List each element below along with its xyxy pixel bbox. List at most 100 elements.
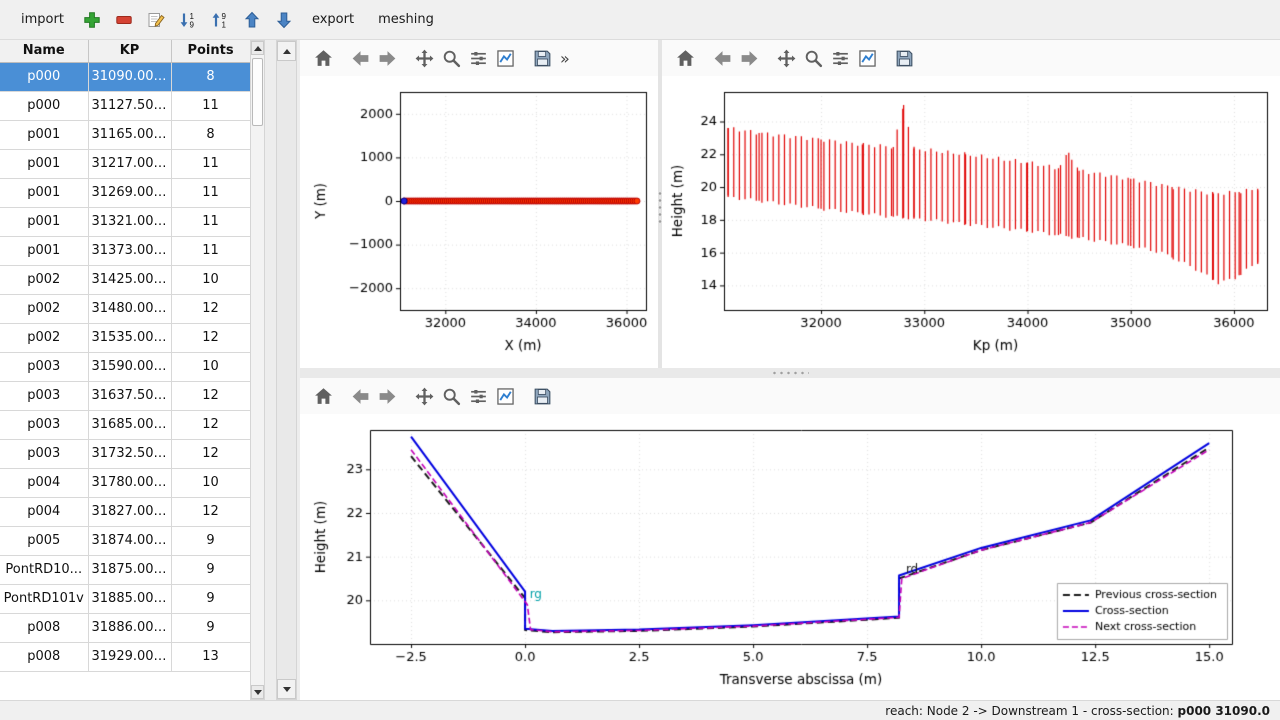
long-profile-canvas[interactable] [662,76,1280,368]
table-scroll-up-button[interactable] [251,41,264,55]
kp-cell[interactable]: 31165.0000 [88,120,171,149]
back-button[interactable] [347,45,374,72]
name-cell[interactable]: p001 [0,120,88,149]
table-row[interactable]: p00331732.500012 [0,439,250,468]
meshing-button[interactable]: meshing [367,6,445,33]
table-row[interactable]: p00031090.00008 [0,62,250,91]
name-cell[interactable]: p008 [0,642,88,671]
points-cell[interactable]: 8 [171,120,250,149]
points-cell[interactable]: 10 [171,265,250,294]
name-cell[interactable]: p000 [0,91,88,120]
table-row[interactable]: p00831886.00009 [0,613,250,642]
kp-cell[interactable]: 31929.0000 [88,642,171,671]
points-cell[interactable]: 11 [171,207,250,236]
table-row[interactable]: PontRD101v31885.00009 [0,584,250,613]
table-row[interactable]: p00331685.000012 [0,410,250,439]
panel-scroll-down-button[interactable] [277,679,296,699]
edit-cross-section-button[interactable] [141,5,171,35]
subplots-button[interactable] [465,45,492,72]
kp-cell[interactable]: 31425.0000 [88,265,171,294]
table-row[interactable]: p00231535.000012 [0,323,250,352]
kp-cell[interactable]: 31827.0000 [88,497,171,526]
zoom-button[interactable] [438,45,465,72]
points-cell[interactable]: 12 [171,439,250,468]
kp-cell[interactable]: 31780.0000 [88,468,171,497]
save-button[interactable] [529,45,556,72]
points-cell[interactable]: 9 [171,526,250,555]
name-cell[interactable]: p002 [0,294,88,323]
subplots-button[interactable] [827,45,854,72]
points-cell[interactable]: 12 [171,323,250,352]
table-scroll-down-button[interactable] [251,685,264,699]
kp-cell[interactable]: 31885.0000 [88,584,171,613]
kp-cell[interactable]: 31127.5000 [88,91,171,120]
table-row[interactable]: p00131269.000011 [0,178,250,207]
table-row[interactable]: p00331637.500012 [0,381,250,410]
pan-button[interactable] [411,383,438,410]
name-cell[interactable]: p003 [0,381,88,410]
kp-cell[interactable]: 31685.0000 [88,410,171,439]
name-cell[interactable]: p004 [0,497,88,526]
name-cell[interactable]: p003 [0,410,88,439]
kp-cell[interactable]: 31874.0000 [88,526,171,555]
name-cell[interactable]: p001 [0,236,88,265]
table-row[interactable]: p00131165.00008 [0,120,250,149]
points-cell[interactable]: 10 [171,468,250,497]
customize-button[interactable] [492,383,519,410]
name-cell[interactable]: PontRD10... [0,555,88,584]
kp-cell[interactable]: 31373.0000 [88,236,171,265]
points-cell[interactable]: 9 [171,555,250,584]
name-cell[interactable]: PontRD101v [0,584,88,613]
points-cell[interactable]: 11 [171,236,250,265]
back-button[interactable] [709,45,736,72]
name-cell[interactable]: p000 [0,62,88,91]
table-row[interactable]: p00231425.000010 [0,265,250,294]
back-button[interactable] [347,383,374,410]
points-cell[interactable]: 11 [171,149,250,178]
column-header-name[interactable]: Name [0,40,88,62]
import-button[interactable]: import [10,6,75,33]
name-cell[interactable]: p004 [0,468,88,497]
kp-cell[interactable]: 31732.5000 [88,439,171,468]
table-row[interactable]: p00131217.000011 [0,149,250,178]
move-down-button[interactable] [269,5,299,35]
name-cell[interactable]: p002 [0,265,88,294]
table-row[interactable]: p00431827.000012 [0,497,250,526]
pan-button[interactable] [773,45,800,72]
kp-cell[interactable]: 31321.0000 [88,207,171,236]
table-scrollbar[interactable] [250,40,265,700]
customize-button[interactable] [492,45,519,72]
table-row[interactable]: p00831929.000013 [0,642,250,671]
name-cell[interactable]: p001 [0,178,88,207]
name-cell[interactable]: p003 [0,439,88,468]
points-cell[interactable]: 13 [171,642,250,671]
customize-button[interactable] [854,45,881,72]
panel-scroll-up-button[interactable] [277,41,296,61]
save-button[interactable] [529,383,556,410]
kp-cell[interactable]: 31875.0000 [88,555,171,584]
name-cell[interactable]: p001 [0,149,88,178]
panel-scrollbar[interactable] [276,40,297,700]
kp-cell[interactable]: 31590.0000 [88,352,171,381]
points-cell[interactable]: 11 [171,178,250,207]
forward-button[interactable] [736,45,763,72]
name-cell[interactable]: p005 [0,526,88,555]
table-row[interactable]: p00531874.00009 [0,526,250,555]
subplots-button[interactable] [465,383,492,410]
kp-cell[interactable]: 31269.0000 [88,178,171,207]
table-scrollbar-thumb[interactable] [252,58,263,126]
column-header-kp[interactable]: KP [88,40,171,62]
points-cell[interactable]: 12 [171,294,250,323]
home-button[interactable] [672,45,699,72]
pan-button[interactable] [411,45,438,72]
table-row[interactable]: PontRD10...31875.00009 [0,555,250,584]
points-cell[interactable]: 8 [171,62,250,91]
move-up-button[interactable] [237,5,267,35]
kp-cell[interactable]: 31090.0000 [88,62,171,91]
add-cross-section-button[interactable] [77,5,107,35]
zoom-button[interactable] [800,45,827,72]
horizontal-splitter[interactable] [300,368,1280,378]
remove-cross-section-button[interactable] [109,5,139,35]
table-row[interactable]: p00131321.000011 [0,207,250,236]
toolbar-overflow-button[interactable]: » [560,49,570,68]
